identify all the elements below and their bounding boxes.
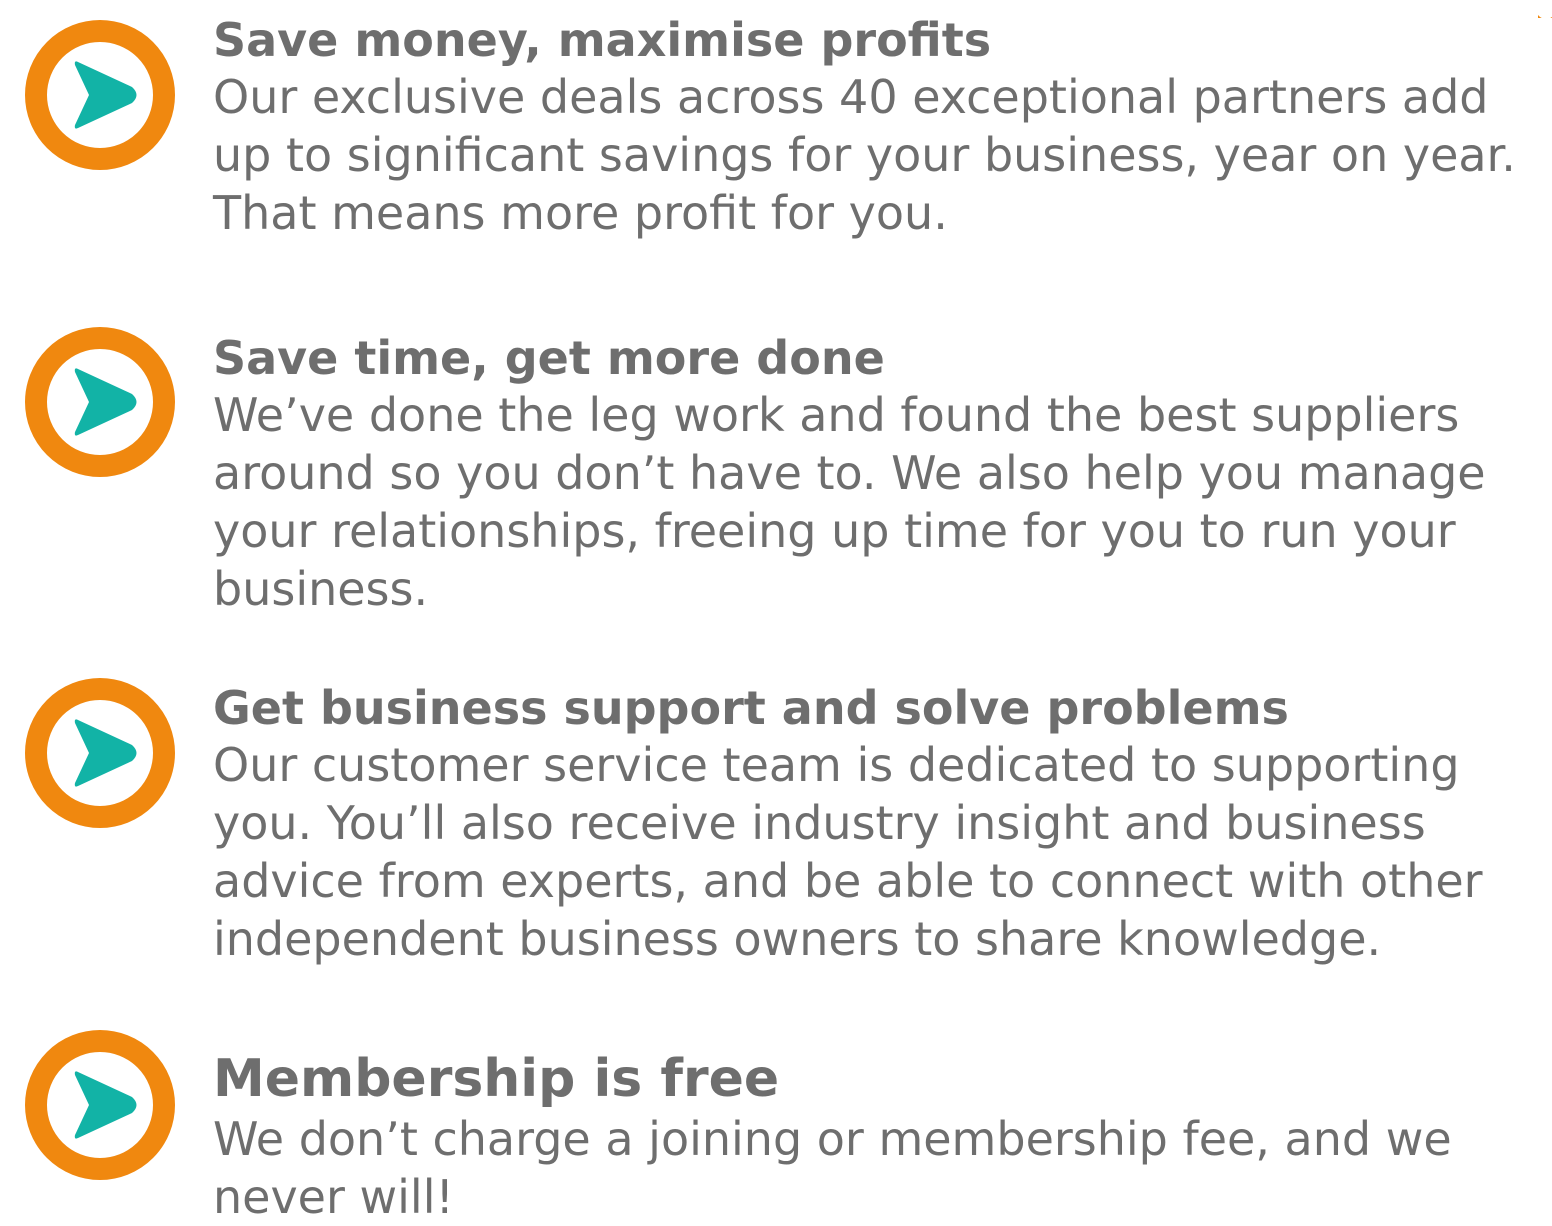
benefit-description: Our customer service team is dedicated t… <box>213 738 1483 966</box>
benefit-description: Our exclusive deals across 40 exceptiona… <box>213 70 1516 240</box>
benefit-title: Save time, get more done <box>213 331 885 385</box>
play-arrow-circle-icon <box>23 676 177 830</box>
benefit-title: Save money, maximise profits <box>213 13 992 67</box>
benefit-title: Membership is free <box>213 1049 780 1109</box>
benefit-description: We’ve done the leg work and found the be… <box>213 388 1486 616</box>
play-arrow-circle-icon <box>23 1028 177 1182</box>
play-arrow-circle-icon <box>23 18 177 172</box>
play-arrow-circle-icon <box>23 325 177 479</box>
benefit-title: Get business support and solve problems <box>213 681 1289 735</box>
